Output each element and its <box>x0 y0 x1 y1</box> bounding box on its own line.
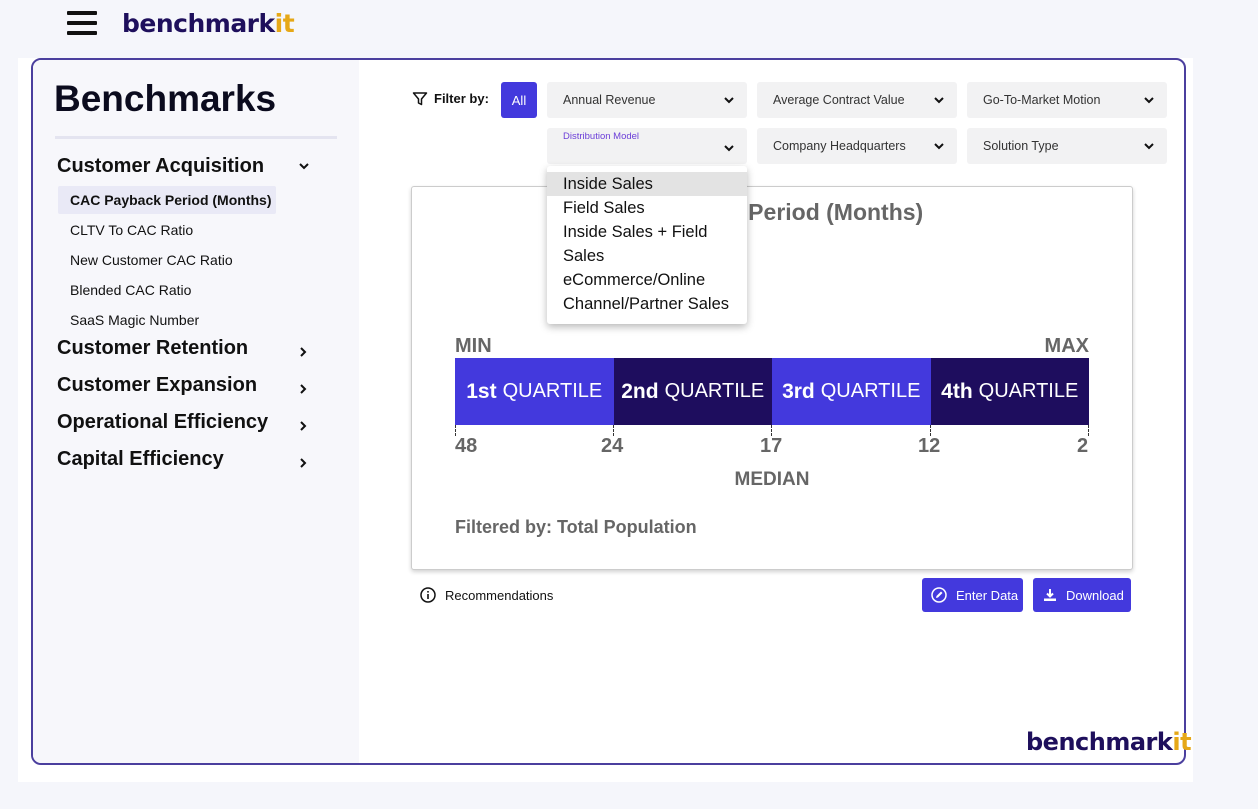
enter-data-label: Enter Data <box>956 588 1019 603</box>
go-to-market-motion-dropdown[interactable]: Go-To-Market Motion <box>967 82 1167 118</box>
sidebar-item-blended-cac-ratio[interactable]: Blended CAC Ratio <box>70 282 191 298</box>
median-label: MEDIAN <box>734 469 810 490</box>
filter-icon <box>412 92 428 106</box>
chevron-down-icon <box>724 97 734 104</box>
dropdown-label: Annual Revenue <box>563 93 656 107</box>
tick-value-q3: 12 <box>918 435 941 457</box>
dropdown-label: Average Contract Value <box>773 93 905 107</box>
menu-option-field-sales[interactable]: Field Sales <box>547 196 747 220</box>
chevron-down-icon <box>1144 97 1154 104</box>
sidebar-item-new-customer-cac-ratio[interactable]: New Customer CAC Ratio <box>70 252 233 268</box>
quartile-3-segment: 3rd QUARTILE <box>772 358 931 425</box>
chevron-right-icon[interactable] <box>299 421 307 431</box>
sidebar-item-cac-payback-period[interactable]: CAC Payback Period (Months) <box>58 186 277 214</box>
benchmark-panel: Benchmarks Customer Acquisition CAC Payb… <box>31 58 1186 765</box>
recommendations-link[interactable]: Recommendations <box>445 588 553 603</box>
sidebar: Benchmarks Customer Acquisition CAC Payb… <box>33 60 359 763</box>
tick-value-q1: 24 <box>601 435 624 457</box>
sidebar-divider <box>55 136 337 139</box>
annual-revenue-dropdown[interactable]: Annual Revenue <box>547 82 747 118</box>
sidebar-item-saas-magic-number[interactable]: SaaS Magic Number <box>70 312 199 328</box>
download-icon <box>1044 589 1056 601</box>
chevron-down-icon <box>934 97 944 104</box>
chevron-right-icon[interactable] <box>299 384 307 394</box>
chevron-down-icon[interactable] <box>299 162 309 170</box>
section-customer-expansion[interactable]: Customer Expansion <box>57 374 257 397</box>
download-label: Download <box>1066 588 1124 603</box>
section-customer-retention[interactable]: Customer Retention <box>57 337 248 360</box>
quartile-1-segment: 1st QUARTILE <box>455 358 614 425</box>
sidebar-item-cltv-to-cac-ratio[interactable]: CLTV To CAC Ratio <box>70 222 193 238</box>
main-content: Filter by: All Annual Revenue Average Co… <box>359 60 1184 763</box>
filtered-by-text: Filtered by: Total Population <box>455 517 697 537</box>
average-contract-value-dropdown[interactable]: Average Contract Value <box>757 82 957 118</box>
chevron-down-icon <box>1144 143 1154 150</box>
dropdown-label: Distribution Model <box>563 131 640 142</box>
section-customer-acquisition[interactable]: Customer Acquisition <box>57 155 264 178</box>
dropdown-label: Go-To-Market Motion <box>983 93 1101 107</box>
tick-value-max: 2 <box>1077 435 1089 457</box>
quartile-2-segment: 2nd QUARTILE <box>613 358 772 425</box>
dropdown-label: Company Headquarters <box>773 139 906 153</box>
sidebar-title: Benchmarks <box>54 78 277 119</box>
distribution-model-menu: Inside Sales Field Sales Inside Sales + … <box>547 166 747 324</box>
benchmark-card: k Period (Months) MIN MAX 1st QUARTILE 2n… <box>411 186 1133 570</box>
download-button[interactable]: Download <box>1033 578 1131 612</box>
company-headquarters-dropdown[interactable]: Company Headquarters <box>757 128 957 164</box>
menu-option-channel-partner-sales[interactable]: Channel/Partner Sales <box>547 292 747 316</box>
min-label: MIN <box>455 335 492 357</box>
chevron-right-icon[interactable] <box>299 458 307 468</box>
tick-value-median: 17 <box>760 435 783 457</box>
filter-by-label: Filter by: <box>434 91 489 106</box>
brand-logo[interactable]: benchmarkit <box>122 9 295 38</box>
tick-mark <box>1088 425 1089 436</box>
enter-data-button[interactable]: Enter Data <box>922 578 1023 612</box>
menu-option-ecommerce-online[interactable]: eCommerce/Online <box>547 268 747 292</box>
edit-icon <box>931 587 947 603</box>
top-bar: benchmarkit <box>0 0 1258 56</box>
footer-logo: benchmarkit <box>1026 728 1192 756</box>
tick-value-min: 48 <box>455 435 478 457</box>
info-icon[interactable] <box>420 587 436 603</box>
section-operational-efficiency[interactable]: Operational Efficiency <box>57 411 268 434</box>
quartile-4-segment: 4th QUARTILE <box>930 358 1089 425</box>
max-label: MAX <box>1044 335 1089 357</box>
distribution-model-dropdown[interactable]: Distribution Model <box>547 128 747 164</box>
quartile-bar: 1st QUARTILE 2nd QUARTILE 3rd QUARTILE 4th Q… <box>455 358 1089 425</box>
chevron-down-icon <box>724 145 734 152</box>
menu-option-inside-field-sales[interactable]: Inside Sales + Field <box>547 220 747 244</box>
solution-type-dropdown[interactable]: Solution Type <box>967 128 1167 164</box>
menu-option-inside-sales[interactable]: Inside Sales <box>547 172 747 196</box>
chevron-down-icon <box>934 143 944 150</box>
section-capital-efficiency[interactable]: Capital Efficiency <box>57 448 224 471</box>
hamburger-menu-icon[interactable] <box>67 11 97 35</box>
menu-option-inside-field-sales-cont[interactable]: Sales <box>547 244 747 268</box>
chevron-right-icon[interactable] <box>299 347 307 357</box>
dropdown-label: Solution Type <box>983 139 1059 153</box>
filter-all-button[interactable]: All <box>501 82 537 118</box>
